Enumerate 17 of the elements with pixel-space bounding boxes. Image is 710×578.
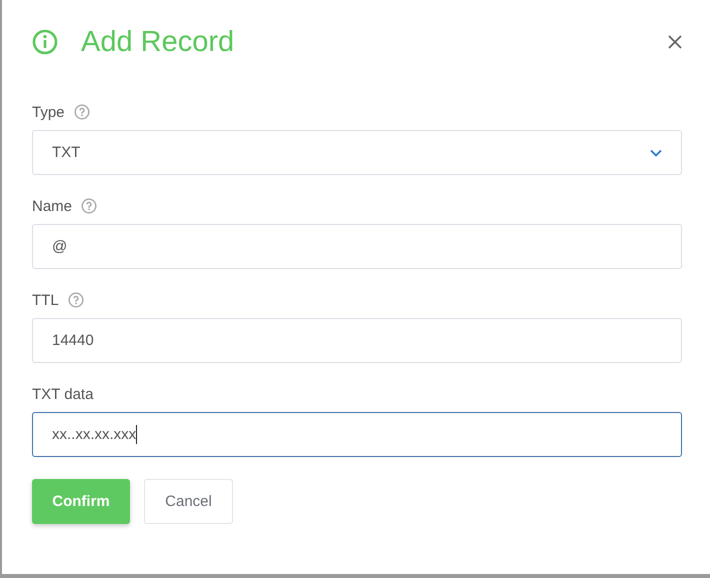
help-icon[interactable] [74, 104, 90, 120]
type-select[interactable]: TXT [32, 130, 682, 175]
help-icon[interactable] [68, 292, 84, 308]
input-field[interactable]: xx..xx.xx.xxx [32, 412, 682, 457]
field-label: Name [32, 198, 72, 214]
info-icon [32, 29, 58, 55]
input-field[interactable]: @ [32, 224, 682, 269]
field-label: TXT data [32, 386, 94, 402]
help-icon[interactable] [81, 198, 98, 214]
text-cursor [136, 425, 138, 444]
field-label: Type [32, 104, 65, 120]
input-field[interactable]: 14440 [32, 318, 682, 363]
dialog-title: Add Record [81, 26, 234, 58]
close-icon[interactable] [668, 35, 682, 49]
chevron-down-icon [650, 148, 662, 156]
field-label: TTL [32, 292, 59, 308]
cancel-button[interactable]: Cancel [144, 479, 233, 524]
